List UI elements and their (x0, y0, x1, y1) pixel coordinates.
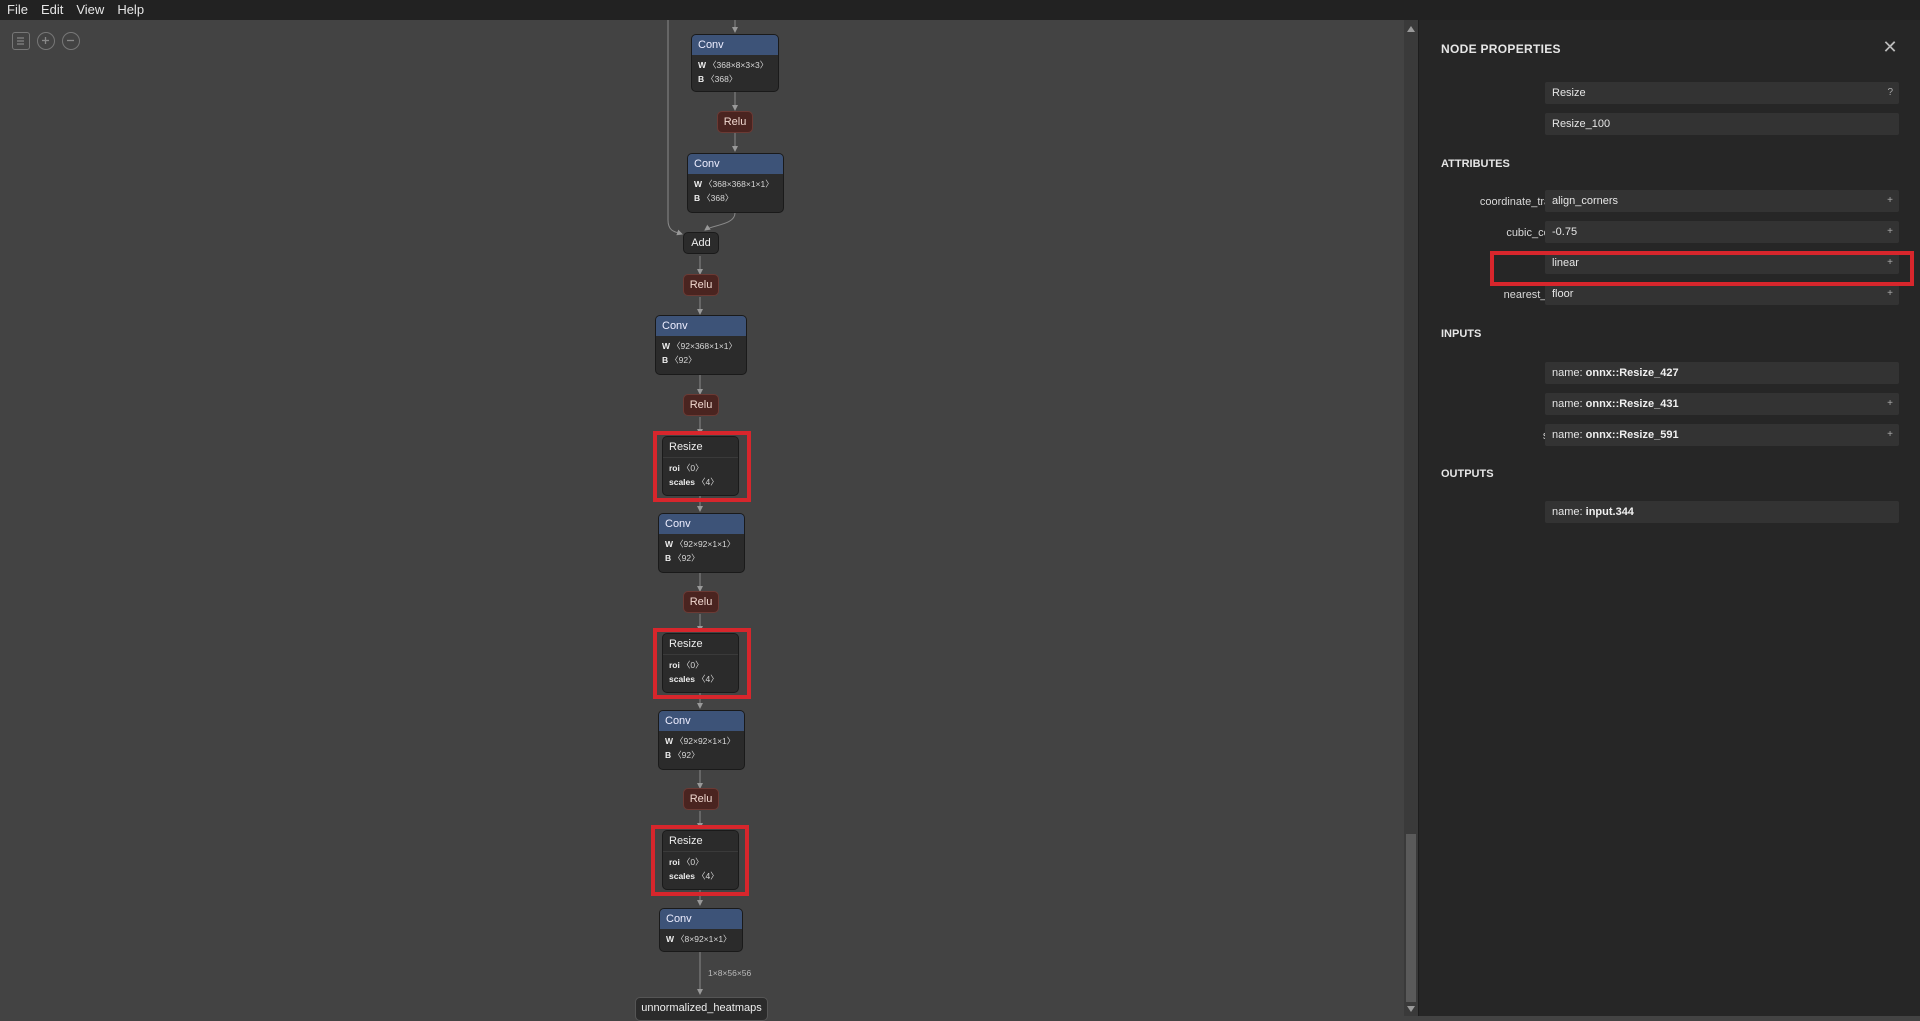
conv-node-title: Conv (660, 909, 742, 929)
menu-help[interactable]: Help (110, 0, 150, 20)
expand-button[interactable]: + (1887, 393, 1893, 415)
menu-view[interactable]: View (69, 0, 110, 20)
resize-roi-shape: 〈0〉 (681, 660, 704, 670)
section-inputs: INPUTS (1441, 328, 1482, 340)
scroll-down-icon[interactable] (1407, 1006, 1415, 1012)
attribute-row: cubic_coeff_a -0.75 + (1419, 221, 1920, 245)
resize-scales-shape: 〈4〉 (697, 477, 719, 487)
resize-node-title: Resize (663, 634, 738, 655)
close-icon[interactable]: ✕ (1881, 38, 1899, 56)
conv-bias-shape: 〈92〉 (673, 553, 700, 563)
output-node[interactable]: unnormalized_heatmaps (635, 997, 768, 1021)
relu-node[interactable]: Relu (683, 591, 719, 613)
resize-node[interactable]: Resize roi 〈0〉 scales 〈4〉 (662, 830, 739, 890)
relu-node[interactable]: Relu (717, 111, 753, 133)
attribute-value[interactable]: align_corners + (1545, 190, 1899, 212)
scrollbar-thumb[interactable] (1406, 834, 1416, 1002)
attribute-value[interactable]: floor + (1545, 283, 1899, 305)
conv-node[interactable]: Conv W 〈92×92×1×1〉 B 〈92〉 (658, 513, 745, 573)
resize-node[interactable]: Resize roi 〈0〉 scales 〈4〉 (662, 633, 739, 693)
help-button[interactable]: ? (1887, 82, 1893, 104)
conv-bias-shape: 〈368〉 (702, 193, 734, 203)
resize-scales-shape: 〈4〉 (697, 871, 719, 881)
expand-button[interactable]: + (1887, 424, 1893, 446)
panel-title: NODE PROPERTIES (1441, 42, 1561, 56)
conv-node[interactable]: Conv W 〈92×368×1×1〉 B 〈92〉 (655, 315, 747, 375)
resize-node-title: Resize (663, 437, 738, 458)
relu-node[interactable]: Relu (683, 394, 719, 416)
expand-button[interactable]: + (1887, 221, 1893, 243)
output-row: Y name: input.344 (1419, 501, 1920, 525)
property-value[interactable]: Resize? (1545, 82, 1899, 104)
add-node[interactable]: Add (683, 232, 719, 254)
input-value[interactable]: name: onnx::Resize_591 + (1545, 424, 1899, 446)
sidebar-toggle-icon[interactable] (12, 32, 30, 50)
conv-weight-shape: 〈368×8×3×3〉 (708, 60, 769, 70)
attribute-row: coordinate_transf... align_corners + (1419, 190, 1920, 214)
graph-scrollbar[interactable] (1404, 20, 1418, 1016)
conv-node[interactable]: Conv W 〈92×92×1×1〉 B 〈92〉 (658, 710, 745, 770)
section-outputs: OUTPUTS (1441, 468, 1494, 480)
conv-bias-shape: 〈368〉 (706, 74, 738, 84)
section-attributes: ATTRIBUTES (1441, 158, 1510, 170)
conv-weight-shape: 〈92×92×1×1〉 (675, 539, 736, 549)
conv-bias-shape: 〈92〉 (670, 355, 697, 365)
conv-node[interactable]: Conv W 〈368×8×3×3〉 B 〈368〉 (691, 34, 779, 92)
conv-bias-shape: 〈92〉 (673, 750, 700, 760)
menu-file[interactable]: File (0, 0, 34, 20)
conv-weight-shape: 〈92×92×1×1〉 (675, 736, 736, 746)
conv-node[interactable]: Conv W 〈368×368×1×1〉 B 〈368〉 (687, 153, 784, 213)
edge-shape-label: 1×8×56×56 (708, 968, 752, 978)
resize-roi-shape: 〈0〉 (681, 463, 704, 473)
scroll-up-icon[interactable] (1407, 26, 1415, 32)
menubar: File Edit View Help (0, 0, 1920, 20)
attribute-value[interactable]: -0.75 + (1545, 221, 1899, 243)
property-name: name Resize_100 (1419, 113, 1920, 137)
conv-node-title: Conv (656, 316, 746, 336)
zoom-out-icon[interactable] (62, 32, 80, 50)
conv-weight-shape: 〈8×92×1×1〉 (676, 934, 732, 944)
conv-weight-shape: 〈368×368×1×1〉 (704, 179, 774, 189)
zoom-in-icon[interactable] (37, 32, 55, 50)
property-type: type Resize? (1419, 82, 1920, 106)
expand-button[interactable]: + (1887, 283, 1893, 305)
conv-node-title: Conv (692, 35, 778, 55)
attribute-row: nearest_mode floor + (1419, 283, 1920, 307)
resize-scales-shape: 〈4〉 (697, 674, 719, 684)
relu-node[interactable]: Relu (683, 788, 719, 810)
graph-toolbar (12, 32, 80, 50)
resize-node[interactable]: Resize roi 〈0〉 scales 〈4〉 (662, 436, 739, 496)
mode-highlight-box (1490, 251, 1914, 286)
conv-node-title: Conv (688, 154, 783, 174)
input-row: X name: onnx::Resize_427 (1419, 362, 1920, 386)
input-row: scales name: onnx::Resize_591+ (1419, 424, 1920, 448)
resize-node-title: Resize (663, 831, 738, 852)
output-value[interactable]: name: input.344 (1545, 501, 1899, 523)
menu-edit[interactable]: Edit (34, 0, 69, 20)
input-value[interactable]: name: onnx::Resize_431 + (1545, 393, 1899, 415)
graph-canvas[interactable]: Conv W 〈368×8×3×3〉 B 〈368〉 Relu Conv W 〈368… (0, 20, 1408, 1021)
input-row: roi name: onnx::Resize_431+ (1419, 393, 1920, 417)
conv-weight-shape: 〈92×368×1×1〉 (672, 341, 738, 351)
resize-roi-shape: 〈0〉 (681, 857, 704, 867)
relu-node[interactable]: Relu (683, 274, 719, 296)
expand-button[interactable]: + (1887, 190, 1893, 212)
input-value[interactable]: name: onnx::Resize_427 (1545, 362, 1899, 384)
conv-node-title: Conv (659, 514, 744, 534)
property-value[interactable]: Resize_100 (1545, 113, 1899, 135)
conv-node[interactable]: Conv W 〈8×92×1×1〉 (659, 908, 743, 952)
conv-node-title: Conv (659, 711, 744, 731)
node-properties-panel: NODE PROPERTIES ✕ type Resize? name Resi… (1418, 20, 1920, 1016)
